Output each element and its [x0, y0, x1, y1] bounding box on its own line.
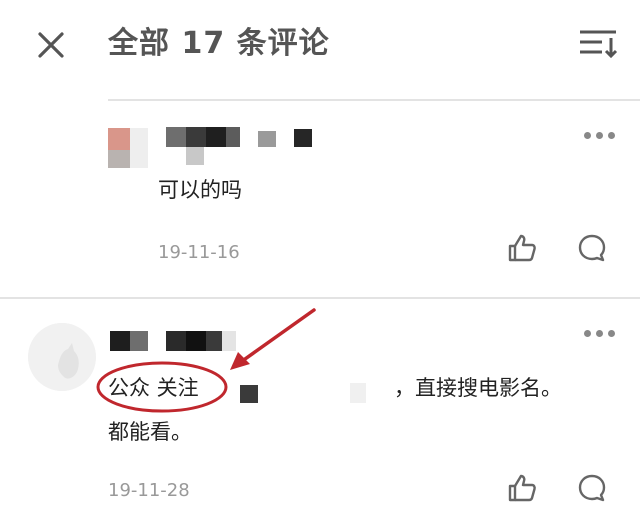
- thumbs-up-icon: [508, 474, 536, 502]
- comment-text-suffix: ，直接搜电影名。: [394, 376, 562, 400]
- comment-text: 可以的吗: [158, 178, 242, 202]
- more-options-button[interactable]: [578, 126, 622, 146]
- comment-date: 19-11-16: [158, 242, 240, 263]
- redacted-text: [240, 383, 370, 405]
- comment-text-line2: 都能看。: [108, 420, 192, 444]
- comment-text-prefix: 公众 关注: [108, 376, 199, 400]
- default-avatar-icon: [28, 323, 96, 391]
- thumbs-up-icon: [508, 234, 536, 262]
- comment-item: 可以的吗 19-11-16: [0, 101, 640, 297]
- close-icon: [38, 32, 64, 58]
- close-button[interactable]: [30, 26, 70, 66]
- comment-bubble-icon: [578, 474, 606, 502]
- comment-item: 公众 关注 ，直接搜电影名。 都能看。 19-11-28: [0, 299, 640, 525]
- reply-button[interactable]: [576, 472, 608, 504]
- like-button[interactable]: [506, 232, 538, 264]
- more-options-button[interactable]: [578, 324, 622, 344]
- reply-button[interactable]: [576, 232, 608, 264]
- page-title: 全部 17 条评论: [108, 26, 330, 61]
- like-button[interactable]: [506, 472, 538, 504]
- comment-bubble-icon: [578, 234, 606, 262]
- username-redacted[interactable]: [166, 127, 316, 167]
- sort-icon: [580, 30, 618, 59]
- avatar[interactable]: [108, 128, 148, 168]
- comments-header: 全部 17 条评论: [0, 0, 640, 101]
- comment-date: 19-11-28: [108, 480, 190, 501]
- sort-button[interactable]: [576, 26, 620, 62]
- avatar[interactable]: [28, 323, 96, 391]
- username-redacted[interactable]: [110, 331, 250, 371]
